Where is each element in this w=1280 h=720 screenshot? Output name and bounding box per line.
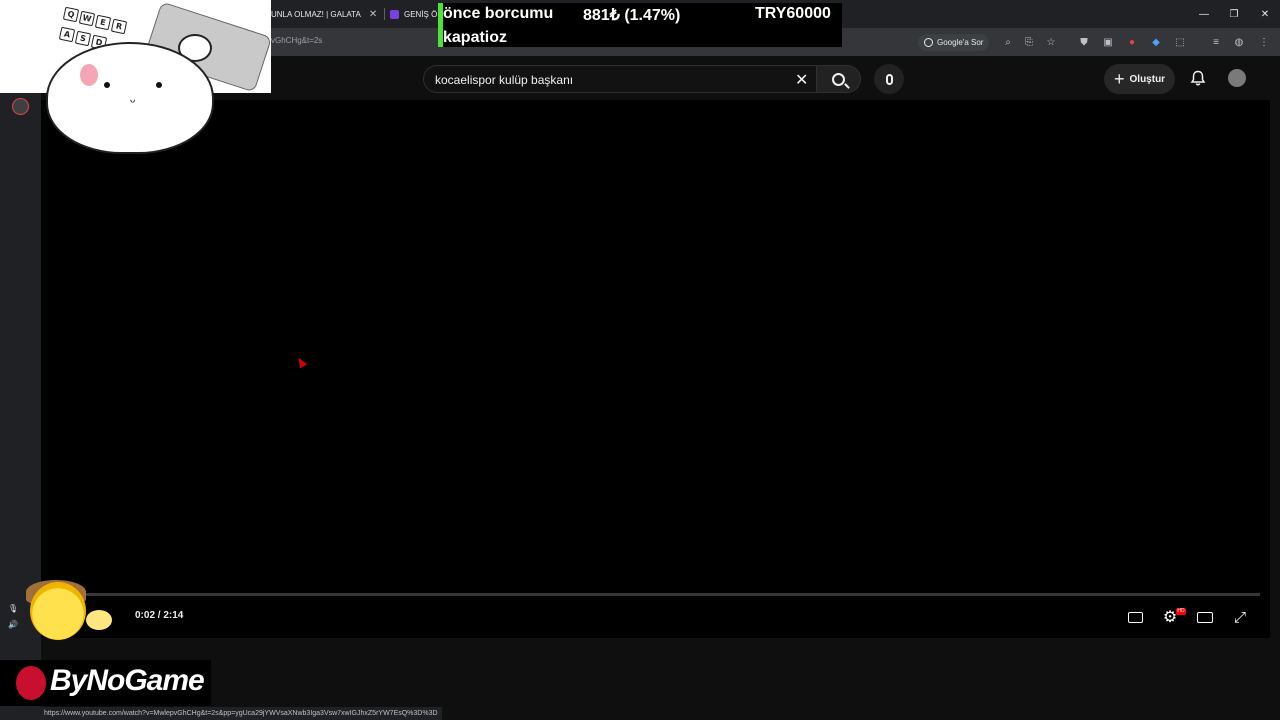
tab-favicon-icon [390, 9, 399, 19]
search-input[interactable]: kocaelispor kulüp başkanı [435, 73, 573, 87]
speed-dial-icon[interactable] [12, 98, 29, 115]
lens-icon [924, 38, 933, 47]
link-status-bar: https://www.youtube.com/watch?v=MwlepvGh… [40, 707, 442, 720]
cat-eye [156, 82, 162, 88]
ticker-amount: TRY60000 [755, 5, 831, 22]
mascot-accessory [86, 610, 112, 630]
google-ask-button[interactable]: Google'a Sor [918, 34, 990, 51]
microphone-icon [885, 73, 893, 85]
notifications-bell-icon[interactable] [1188, 68, 1208, 88]
hd-badge: HD [1176, 608, 1186, 615]
ticker-price: 881₺ (1.47%) [583, 7, 681, 24]
ticker-message-line1: önce borcumu [443, 5, 554, 22]
volume-icon: 🔊 [8, 620, 18, 629]
url-field[interactable]: vGhCHg&t=2s [271, 36, 322, 45]
ticker-message-line2: kapatioz [443, 29, 508, 46]
donation-ticker: önce borcumu 881₺ (1.47%) TRY60000 kapat… [438, 3, 842, 47]
plus-icon: + [1114, 69, 1125, 89]
browser-tab[interactable]: UNLA OLMAZ! | GALATA ✕ [271, 4, 381, 24]
tab-close-icon[interactable]: ✕ [369, 9, 377, 20]
theater-mode-button[interactable] [1195, 607, 1215, 627]
cat-mouth: ᵕ [130, 93, 136, 109]
maximize-button[interactable]: ❐ [1219, 0, 1249, 28]
profile-icon[interactable]: ◍ [1231, 34, 1247, 50]
create-label: Oluştur [1129, 73, 1166, 85]
bynogame-logo [16, 666, 46, 700]
zoom-icon[interactable]: ⌕ [1000, 34, 1016, 50]
cat-blush [80, 64, 98, 86]
account-avatar[interactable] [1228, 69, 1246, 87]
clear-search-icon[interactable]: ✕ [795, 70, 808, 90]
tab-title: GENİŞ Ö [404, 9, 438, 19]
search-box[interactable]: kocaelispor kulüp başkanı ✕ [423, 65, 817, 93]
time-display: 0:02 / 2:14 [135, 610, 184, 621]
browser-menu-icon[interactable]: ⋮ [1256, 34, 1272, 50]
keycap: E [94, 14, 112, 31]
minimize-button[interactable]: — [1189, 0, 1219, 28]
theater-icon [1197, 611, 1213, 623]
screen: UNLA OLMAZ! | GALATA ✕ GENİŞ Ö — ❐ ✕ vGh… [0, 0, 1280, 720]
cat-eye [104, 82, 110, 88]
keycap: A [58, 26, 76, 43]
progress-bar[interactable] [54, 593, 1260, 596]
translate-extension-icon[interactable]: ◆ [1148, 34, 1164, 50]
record-extension-icon[interactable]: ● [1124, 34, 1140, 50]
keycap: Q [62, 6, 80, 23]
media-controls-icon[interactable]: ≡ [1208, 34, 1224, 50]
keycap: W [78, 10, 96, 27]
subtitles-button[interactable] [1125, 607, 1145, 627]
sponge-mascot [30, 582, 86, 640]
bell-icon [1190, 70, 1206, 85]
create-button[interactable]: + Oluştur [1104, 64, 1176, 94]
shield-extension-icon[interactable]: ⛊ [1076, 34, 1092, 50]
tab-title: UNLA OLMAZ! | GALATA [271, 9, 361, 19]
close-window-button[interactable]: ✕ [1250, 0, 1280, 28]
keycap: S [74, 30, 92, 47]
sponsor-text: ByNoGame [50, 664, 205, 697]
search-button[interactable] [817, 65, 861, 93]
search-icon [832, 72, 845, 86]
video-player[interactable] [41, 100, 1270, 638]
tab-divider [384, 8, 385, 20]
fullscreen-icon[interactable]: ⤢ [1230, 607, 1250, 627]
bookmark-star-icon[interactable]: ☆ [1043, 34, 1059, 50]
keycap: R [110, 18, 128, 35]
install-app-icon[interactable]: ⎘ [1021, 34, 1037, 50]
voice-search-button[interactable] [874, 64, 904, 94]
mic-icon: 🎙 [8, 604, 19, 613]
cast-extension-icon[interactable]: ▣ [1100, 34, 1116, 50]
google-ask-label: Google'a Sor [937, 38, 984, 47]
extensions-puzzle-icon[interactable]: ⬚ [1172, 34, 1188, 50]
captions-icon [1127, 611, 1143, 623]
